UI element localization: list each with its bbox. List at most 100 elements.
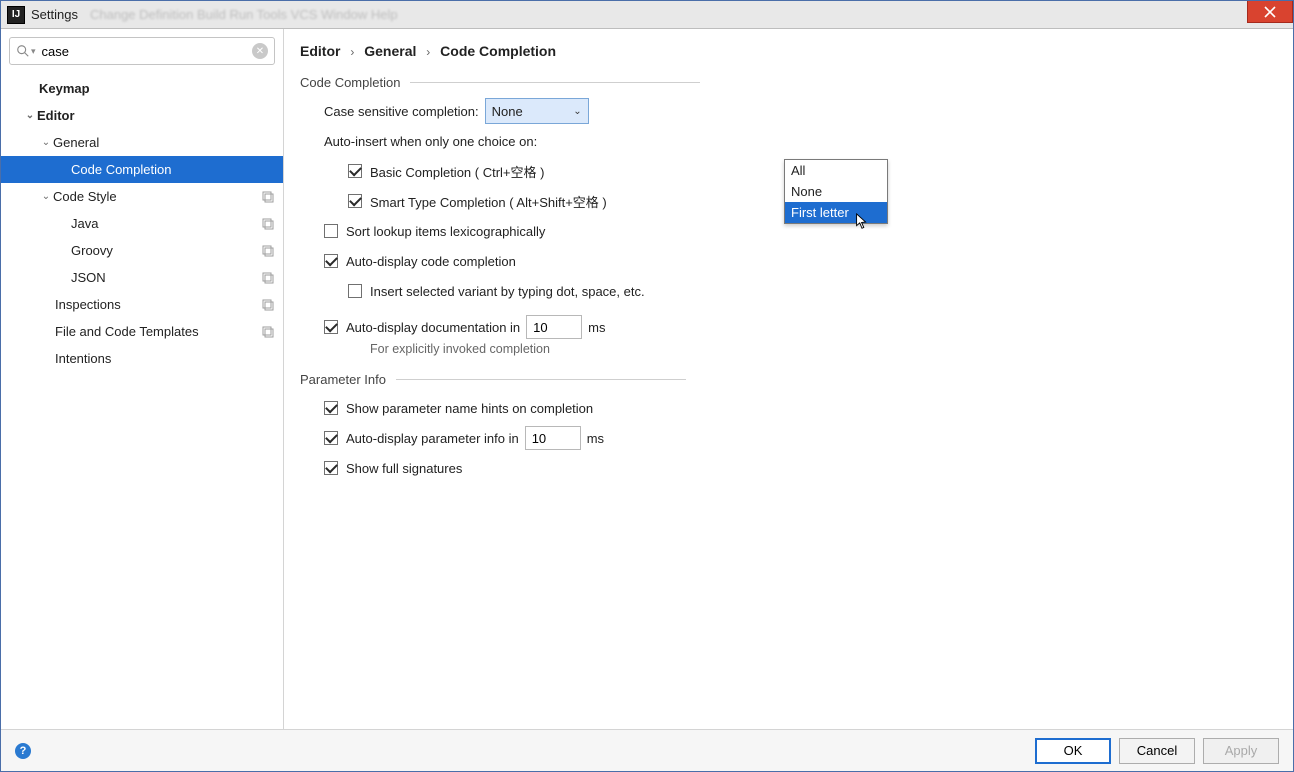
obscured-menu: Change Definition Build Run Tools VCS Wi…: [90, 7, 398, 22]
unit-label: ms: [588, 320, 605, 335]
checkbox-auto-display-cc[interactable]: Auto-display code completion: [324, 254, 516, 269]
tree-label: Editor: [37, 108, 75, 123]
scope-icon: [261, 190, 275, 204]
close-button[interactable]: [1247, 1, 1293, 23]
tree-item-keymap[interactable]: Keymap: [1, 75, 283, 102]
checkbox-label: Auto-display code completion: [346, 254, 516, 269]
row-show-hints: Show parameter name hints on completion: [324, 395, 1277, 421]
chevron-right-icon: ›: [350, 45, 354, 59]
checkbox-icon: [324, 224, 338, 238]
unit-label: ms: [587, 431, 604, 446]
doc-delay-input[interactable]: [526, 315, 582, 339]
row-auto-display-cc: Auto-display code completion: [324, 248, 1277, 274]
checkbox-auto-doc[interactable]: Auto-display documentation in: [324, 320, 520, 335]
doc-hint: For explicitly invoked completion: [370, 342, 1277, 356]
chevron-down-icon: ⌄: [39, 191, 53, 202]
scope-icon: [261, 217, 275, 231]
tree-item-code-completion[interactable]: Code Completion: [1, 156, 283, 183]
case-sensitive-dropdown: All None First letter: [784, 159, 888, 224]
tree-item-file-templates[interactable]: File and Code Templates: [1, 318, 283, 345]
dialog-footer: ? OK Cancel Apply: [1, 729, 1293, 771]
help-button[interactable]: ?: [15, 743, 31, 759]
scope-icon: [261, 244, 275, 258]
chevron-down-icon: ⌄: [573, 106, 581, 117]
checkbox-icon: [348, 164, 362, 178]
breadcrumb-part[interactable]: General: [364, 43, 416, 59]
settings-content: Code Completion Case sensitive completio…: [284, 69, 1293, 485]
combo-option-none[interactable]: None: [785, 181, 887, 202]
checkbox-label: Smart Type Completion ( Alt+Shift+空格 ): [370, 192, 607, 211]
checkbox-label: Basic Completion ( Ctrl+空格 ): [370, 162, 544, 181]
section-parameter-info: Parameter Info: [300, 372, 1277, 387]
search-field[interactable]: ▾ ✕: [9, 37, 275, 65]
field-label: Auto-insert when only one choice on:: [324, 134, 537, 149]
search-history-caret-icon[interactable]: ▾: [31, 46, 36, 57]
combo-value: None: [492, 104, 523, 119]
breadcrumb-part: Code Completion: [440, 43, 556, 59]
settings-window: IJ Settings Change Definition Build Run …: [0, 0, 1294, 772]
checkbox-label: Auto-display parameter info in: [346, 431, 519, 446]
checkbox-auto-param-info[interactable]: Auto-display parameter info in: [324, 431, 519, 446]
app-icon: IJ: [7, 6, 25, 24]
tree-item-general[interactable]: ⌄General: [1, 129, 283, 156]
tree-label: Java: [71, 216, 98, 231]
checkbox-insert-variant[interactable]: Insert selected variant by typing dot, s…: [348, 284, 645, 299]
field-label: Case sensitive completion:: [324, 104, 479, 119]
checkbox-basic-completion[interactable]: Basic Completion ( Ctrl+空格 ): [348, 162, 544, 181]
checkbox-show-hints[interactable]: Show parameter name hints on completion: [324, 401, 593, 416]
checkbox-label: Show full signatures: [346, 461, 462, 476]
tree-label: Code Completion: [71, 162, 171, 177]
checkbox-icon: [324, 461, 338, 475]
checkbox-smart-completion[interactable]: Smart Type Completion ( Alt+Shift+空格 ): [348, 192, 607, 211]
checkbox-icon: [324, 401, 338, 415]
tree-item-groovy[interactable]: Groovy: [1, 237, 283, 264]
sidebar: ▾ ✕ Keymap ⌄Editor ⌄General Code Complet…: [1, 29, 284, 729]
apply-button: Apply: [1203, 738, 1279, 764]
tree-item-code-style[interactable]: ⌄Code Style: [1, 183, 283, 210]
tree-label: General: [53, 135, 99, 150]
scope-icon: [261, 271, 275, 285]
scope-icon: [261, 298, 275, 312]
row-auto-param-info: Auto-display parameter info in ms: [324, 425, 1277, 451]
titlebar: IJ Settings Change Definition Build Run …: [1, 1, 1293, 29]
section-label: Parameter Info: [300, 372, 386, 387]
tree-label: Groovy: [71, 243, 113, 258]
breadcrumb-part[interactable]: Editor: [300, 43, 340, 59]
breadcrumb: Editor › General › Code Completion: [284, 29, 1293, 69]
checkbox-label: Show parameter name hints on completion: [346, 401, 593, 416]
case-sensitive-combo[interactable]: None ⌄: [485, 98, 589, 124]
tree-label: Keymap: [39, 81, 90, 96]
tree-item-java[interactable]: Java: [1, 210, 283, 237]
clear-search-icon[interactable]: ✕: [252, 43, 268, 59]
chevron-down-icon: ⌄: [23, 110, 37, 121]
checkbox-icon: [324, 431, 338, 445]
chevron-down-icon: ⌄: [39, 137, 53, 148]
checkbox-icon: [324, 320, 338, 334]
search-icon: [16, 44, 30, 58]
close-icon: [1264, 6, 1276, 18]
scope-icon: [261, 325, 275, 339]
row-case-sensitive: Case sensitive completion: None ⌄: [324, 98, 1277, 124]
combo-option-all[interactable]: All: [785, 160, 887, 181]
tree-label: Code Style: [53, 189, 117, 204]
tree-item-inspections[interactable]: Inspections: [1, 291, 283, 318]
param-delay-input[interactable]: [525, 426, 581, 450]
checkbox-full-sig[interactable]: Show full signatures: [324, 461, 462, 476]
tree-label: Intentions: [55, 351, 111, 366]
tree-item-intentions[interactable]: Intentions: [1, 345, 283, 372]
combo-option-first-letter[interactable]: First letter: [785, 202, 887, 223]
checkbox-label: Insert selected variant by typing dot, s…: [370, 284, 645, 299]
ok-button[interactable]: OK: [1035, 738, 1111, 764]
checkbox-label: Auto-display documentation in: [346, 320, 520, 335]
tree-label: JSON: [71, 270, 106, 285]
cancel-button[interactable]: Cancel: [1119, 738, 1195, 764]
tree-item-json[interactable]: JSON: [1, 264, 283, 291]
dialog-body: ▾ ✕ Keymap ⌄Editor ⌄General Code Complet…: [1, 29, 1293, 729]
checkbox-icon: [348, 194, 362, 208]
checkbox-label: Sort lookup items lexicographically: [346, 224, 545, 239]
mouse-cursor-icon: [855, 213, 869, 234]
tree-item-editor[interactable]: ⌄Editor: [1, 102, 283, 129]
checkbox-sort-lex[interactable]: Sort lookup items lexicographically: [324, 224, 545, 239]
tree-label: Inspections: [55, 297, 121, 312]
search-input[interactable]: [40, 43, 252, 60]
